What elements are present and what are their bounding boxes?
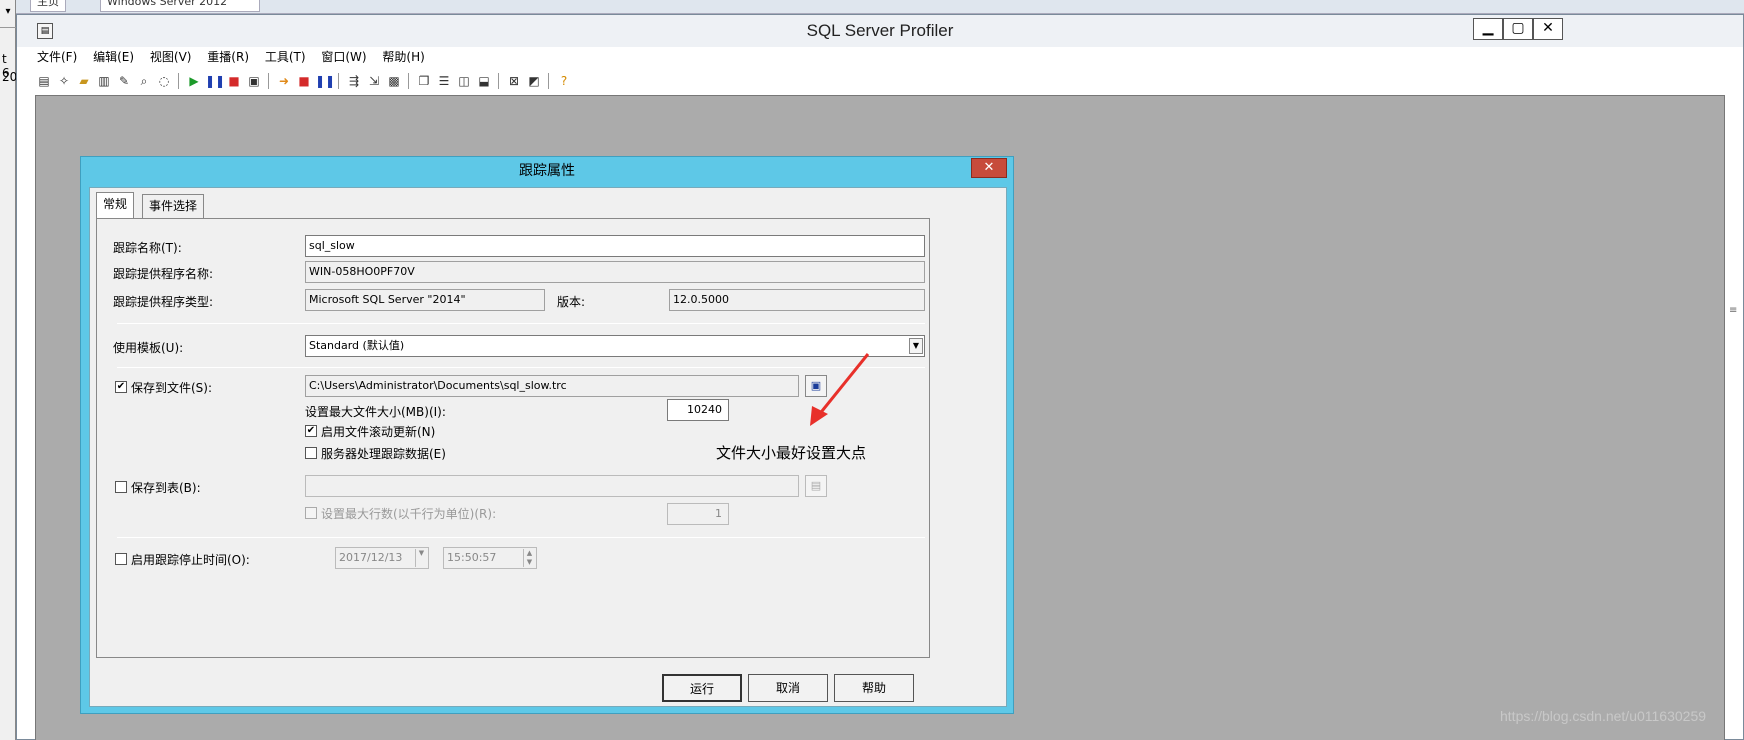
server-process-label: 服务器处理跟踪数据(E) [321,447,446,461]
dialog-close-button[interactable]: ✕ [971,158,1007,178]
host-dropdown[interactable]: ▾ [0,0,16,28]
template-label: 使用模板(U): [113,341,184,355]
replay-stop-icon[interactable]: ■ [295,72,313,90]
trace-name-input[interactable]: sql_slow [305,235,925,257]
server-process-checkbox[interactable] [305,447,317,459]
properties-icon[interactable]: ✎ [115,72,133,90]
max-file-size-label: 设置最大文件大小(MB)(I): [305,405,446,419]
maximize-button[interactable]: ▢ [1503,18,1533,40]
cancel-button[interactable]: 取消 [748,674,828,702]
open-table-icon[interactable]: ▥ [95,72,113,90]
cascade-icon[interactable]: ❐ [415,72,433,90]
provider-type-field: Microsoft SQL Server "2014" [305,289,545,311]
close-window-button[interactable]: ✕ [1533,18,1563,40]
sql-analyzer-icon[interactable]: ⊠ [505,72,523,90]
minimize-button[interactable]: ▁ [1473,18,1503,40]
menu-view[interactable]: 视图(V) [150,47,192,67]
new-template-icon[interactable]: ✧ [55,72,73,90]
trace-name-label: 跟踪名称(T): [113,241,182,255]
run-to-cursor-icon[interactable]: ⇲ [365,72,383,90]
menu-replay[interactable]: 重播(R) [207,47,249,67]
file-rollover-label: 启用文件滚动更新(N) [321,425,436,439]
menu-file[interactable]: 文件(F) [37,47,77,67]
trace-properties-dialog: 跟踪属性 ✕ 常规 事件选择 跟踪名称(T): sql_slow 跟踪提供程序名… [80,156,1014,714]
help-button[interactable]: 帮助 [834,674,914,702]
version-field: 12.0.5000 [669,289,925,311]
host-tab-strip: 主页 Windows Server 2012 [16,0,1744,14]
dialog-body: 常规 事件选择 跟踪名称(T): sql_slow 跟踪提供程序名称: WIN-… [89,187,1007,707]
general-tab-panel: 跟踪名称(T): sql_slow 跟踪提供程序名称: WIN-058HO0PF… [96,218,930,658]
menu-window[interactable]: 窗口(W) [321,47,366,67]
help-icon[interactable]: ? [555,72,573,90]
menu-tools[interactable]: 工具(T) [265,47,306,67]
title-bar[interactable]: ▤ SQL Server Profiler ▁ ▢ ✕ [17,15,1743,47]
run-button[interactable]: 运行 [662,674,742,702]
stop-time-checkbox[interactable] [115,553,127,565]
menu-bar: 文件(F) 编辑(E) 视图(V) 重播(R) 工具(T) 窗口(W) 帮助(H… [37,47,1737,67]
template-select-value: Standard (默认值) [309,339,405,352]
save-to-table-checkbox[interactable] [115,481,127,493]
save-table-field [305,475,799,497]
run-icon[interactable]: ▶ [185,72,203,90]
toggle-breakpoint-icon[interactable]: ▩ [385,72,403,90]
version-label: 版本: [557,295,586,309]
annotation-arrow-icon [810,353,870,426]
file-rollover-checkbox[interactable]: ✔ [305,425,317,437]
stop-time-value: 15:50:57 [447,551,497,564]
stop-icon[interactable]: ■ [225,72,243,90]
replay-start-icon[interactable]: ➜ [275,72,293,90]
save-to-file-label: 保存到文件(S): [131,381,213,395]
menu-edit[interactable]: 编辑(E) [93,47,134,67]
spinner-icon: ▲ ▼ [523,549,535,567]
tile-horizontal-icon[interactable]: ☰ [435,72,453,90]
max-file-size-input[interactable]: 10240 [667,399,729,421]
tab-general[interactable]: 常规 [96,192,135,218]
trace-properties-icon[interactable]: ▣ [245,72,263,90]
save-file-path-field[interactable]: C:\Users\Administrator\Documents\sql_slo… [305,375,799,397]
tile-vertical-icon[interactable]: ◫ [455,72,473,90]
splitter-grip-icon[interactable]: ≡ [1729,305,1739,335]
host-tab-home[interactable]: 主页 [30,0,66,12]
watermark: https://blog.csdn.net/u011630259 [1500,708,1707,724]
tab-events-selection[interactable]: 事件选择 [142,194,205,218]
divider [117,323,925,324]
toolbar: ▤ ✧ ▰ ▥ ✎ ⌕ ◌ ▶ ❚❚ ■ ▣ ➜ ■ ❚❚ ⇶ ⇲ ▩ ❐ ☰ … [35,69,1735,93]
new-trace-icon[interactable]: ▤ [35,72,53,90]
chevron-down-icon[interactable]: ▼ [909,338,923,354]
divider [117,537,925,538]
perfmon-icon[interactable]: ◩ [525,72,543,90]
step-icon[interactable]: ⇶ [345,72,363,90]
provider-name-field: WIN-058HO0PF70V [305,261,925,283]
max-rows-label: 设置最大行数(以千行为单位)(R): [321,507,497,521]
browse-table-icon: ▤ [805,475,827,497]
max-rows-checkbox [305,507,317,519]
arrange-icon[interactable]: ⬓ [475,72,493,90]
replay-pause-icon[interactable]: ❚❚ [315,72,335,90]
chevron-down-icon: ▼ [415,549,427,567]
provider-name-label: 跟踪提供程序名称: [113,267,214,281]
save-to-file-checkbox[interactable]: ✔ [115,381,127,393]
stop-time-picker: 15:50:57 ▲ ▼ [443,547,537,569]
max-rows-input: 1 [667,503,729,525]
host-tab-server[interactable]: Windows Server 2012 [100,0,260,12]
stop-date-value: 2017/12/13 [339,551,403,564]
open-folder-icon[interactable]: ▰ [75,72,93,90]
stop-date-picker: 2017/12/13 ▼ [335,547,429,569]
dialog-title: 跟踪属性 [519,163,575,179]
pause-icon[interactable]: ❚❚ [205,72,225,90]
save-to-table-label: 保存到表(B): [131,481,201,495]
menu-help[interactable]: 帮助(H) [382,47,424,67]
provider-type-label: 跟踪提供程序类型: [113,295,214,309]
find-icon[interactable]: ⌕ [135,72,153,90]
clear-icon[interactable]: ◌ [155,72,173,90]
stop-time-label: 启用跟踪停止时间(O): [131,553,250,567]
host-left-gutter: ▾ t 6 201 [0,0,25,740]
annotation-text: 文件大小最好设置大点 [716,444,867,462]
